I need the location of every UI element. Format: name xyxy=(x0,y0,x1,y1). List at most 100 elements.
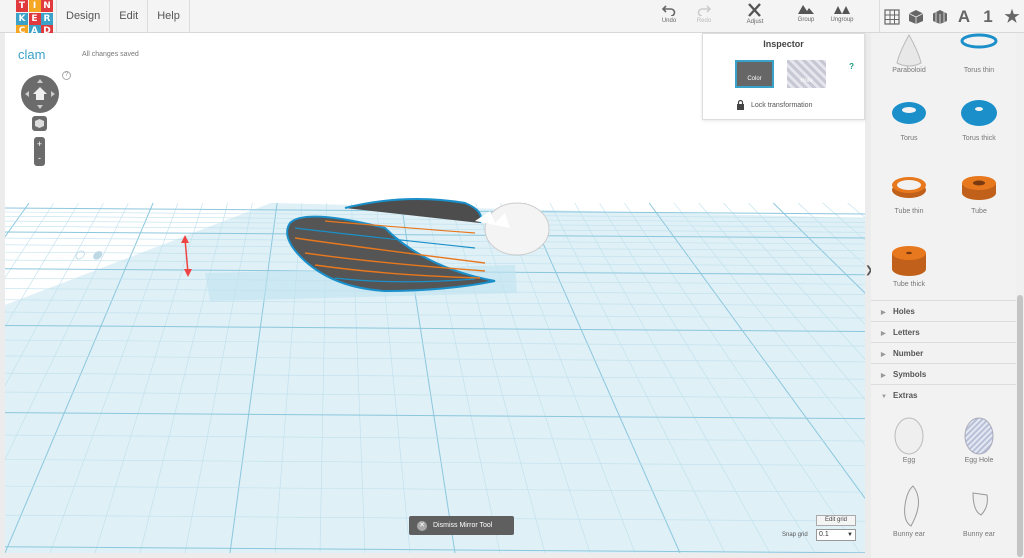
group-icon xyxy=(798,5,814,14)
shape-bunny-ear-2[interactable]: Bunny ear xyxy=(943,483,1015,538)
view-cube-icon xyxy=(35,119,44,128)
home-view-button[interactable] xyxy=(32,116,47,131)
redo-button[interactable]: Redo xyxy=(684,3,724,24)
shape-tube-thick[interactable]: Tube thick xyxy=(873,241,945,288)
star-icon: ★ xyxy=(1004,6,1020,26)
group-label: Group xyxy=(797,17,815,23)
paraboloid-icon xyxy=(896,33,922,67)
zoom-control: + - xyxy=(34,137,45,166)
shape-bunny-ear[interactable]: Bunny ear xyxy=(873,483,945,538)
shape-label: Torus xyxy=(900,135,918,142)
favorites-button[interactable]: ★ xyxy=(1000,2,1024,32)
number-view-button[interactable]: 1 xyxy=(976,2,1000,32)
redo-icon xyxy=(697,5,711,16)
inspector-help-icon[interactable]: ? xyxy=(849,62,854,71)
lock-icon xyxy=(737,100,744,110)
nav-help-icon[interactable]: ? xyxy=(62,71,71,80)
grid-icon xyxy=(884,8,900,25)
dismiss-mirror-tool-button[interactable]: ✕ Dismiss Mirror Tool xyxy=(409,516,514,535)
ungroup-button[interactable]: Ungroup xyxy=(822,3,862,23)
shapes-panel: Paraboloid Torus thin Torus Torus thick … xyxy=(871,33,1016,558)
adjust-icon xyxy=(748,3,761,17)
save-status: All changes saved xyxy=(82,51,139,58)
inspector-panel: Inspector ? Color Hole Lock transformati… xyxy=(702,33,865,120)
undo-icon xyxy=(662,5,676,16)
shape-torus-thin[interactable]: Torus thin xyxy=(943,33,1015,74)
shape-egg[interactable]: Egg xyxy=(873,413,945,464)
shape-paraboloid[interactable]: Paraboloid xyxy=(873,33,945,74)
shape-tube-thin[interactable]: Tube thin xyxy=(873,168,945,215)
torus-thick-icon xyxy=(961,100,997,126)
torus-thin-icon xyxy=(960,33,998,49)
close-icon: ✕ xyxy=(417,520,427,531)
shape-torus-thick[interactable]: Torus thick xyxy=(943,95,1015,142)
bricks-icon xyxy=(933,9,947,24)
shape-label: Torus thin xyxy=(963,67,995,74)
menu-help[interactable]: Help xyxy=(148,0,190,33)
category-label: Letters xyxy=(893,328,920,337)
top-bar: T I N K E R C A D Design Edit Help Undo … xyxy=(0,0,1024,37)
category-number[interactable]: ▶ Number xyxy=(871,342,1016,363)
shape-label: Tube thin xyxy=(894,208,924,215)
adjust-button[interactable]: Adjust xyxy=(735,3,775,25)
logo-letter: I xyxy=(28,0,41,12)
bricks-view-button[interactable] xyxy=(928,2,952,32)
shape-label: Bunny ear xyxy=(963,531,995,538)
view-toolbar: A 1 ★ xyxy=(879,0,1024,33)
category-label: Symbols xyxy=(893,370,927,379)
grid-view-button[interactable] xyxy=(880,2,904,32)
snap-grid-label: Snap grid xyxy=(782,532,808,538)
shape-label: Egg Hole xyxy=(964,457,994,464)
inspector-title: Inspector xyxy=(763,39,804,49)
cube-icon xyxy=(908,9,924,24)
egg-icon xyxy=(894,417,924,455)
shape-label: Torus thick xyxy=(962,135,996,142)
category-symbols[interactable]: ▶ Symbols xyxy=(871,363,1016,384)
category-extras[interactable]: ▼ Extras xyxy=(871,384,1016,405)
shape-egg-hole[interactable]: Egg Hole xyxy=(943,413,1015,464)
lock-transformation[interactable]: Lock transformation xyxy=(736,100,812,110)
shape-torus[interactable]: Torus xyxy=(873,95,945,142)
undo-button[interactable]: Undo xyxy=(649,3,689,24)
ungroup-icon xyxy=(834,6,850,14)
scrollbar-thumb[interactable] xyxy=(1017,295,1023,557)
zoom-in-button[interactable]: + xyxy=(34,137,45,151)
group-button[interactable]: Group xyxy=(786,3,826,23)
bunny-ear-icon xyxy=(904,485,919,527)
edit-grid-button[interactable]: Edit grid xyxy=(816,515,856,526)
logo-letter: R xyxy=(41,12,53,25)
hole-swatch[interactable]: Hole xyxy=(787,60,826,88)
category-label: Holes xyxy=(893,307,915,316)
menu-edit[interactable]: Edit xyxy=(110,0,149,33)
logo-letter: T xyxy=(16,0,28,12)
color-swatch[interactable]: Color xyxy=(735,60,774,88)
shape-label: Tube thick xyxy=(892,281,926,288)
design-title[interactable]: clam xyxy=(18,47,45,62)
shape-label: Tube xyxy=(971,208,987,215)
zoom-out-button[interactable]: - xyxy=(34,151,45,165)
orbit-control[interactable] xyxy=(21,75,59,113)
logo-letter: E xyxy=(28,12,41,25)
snap-grid-value: 0.1 xyxy=(819,531,829,538)
ungroup-label: Ungroup xyxy=(830,17,854,23)
menu-design[interactable]: Design xyxy=(56,0,111,33)
category-letters[interactable]: ▶ Letters xyxy=(871,321,1016,342)
lock-label: Lock transformation xyxy=(751,101,813,109)
egg-hole-icon xyxy=(964,417,994,455)
adjust-label: Adjust xyxy=(746,19,764,25)
shape-label: Bunny ear xyxy=(893,531,925,538)
undo-label: Undo xyxy=(661,18,677,24)
main-menu: Design Edit Help xyxy=(56,0,190,33)
tube-thin-icon xyxy=(892,177,926,198)
category-holes[interactable]: ▶ Holes xyxy=(871,300,1016,321)
solid-view-button[interactable] xyxy=(904,2,928,32)
snap-grid-select[interactable]: 0.1 ▼ xyxy=(816,529,856,541)
text-view-button[interactable]: A xyxy=(952,2,976,32)
tinkercad-logo[interactable]: T I N K E R C A D xyxy=(16,0,53,37)
dismiss-label: Dismiss Mirror Tool xyxy=(433,522,493,529)
panel-scrollbar[interactable] xyxy=(1016,33,1024,558)
tube-icon xyxy=(962,176,996,200)
shape-tube[interactable]: Tube xyxy=(943,168,1015,215)
logo-letter: K xyxy=(16,12,28,25)
torus-icon xyxy=(892,102,926,124)
